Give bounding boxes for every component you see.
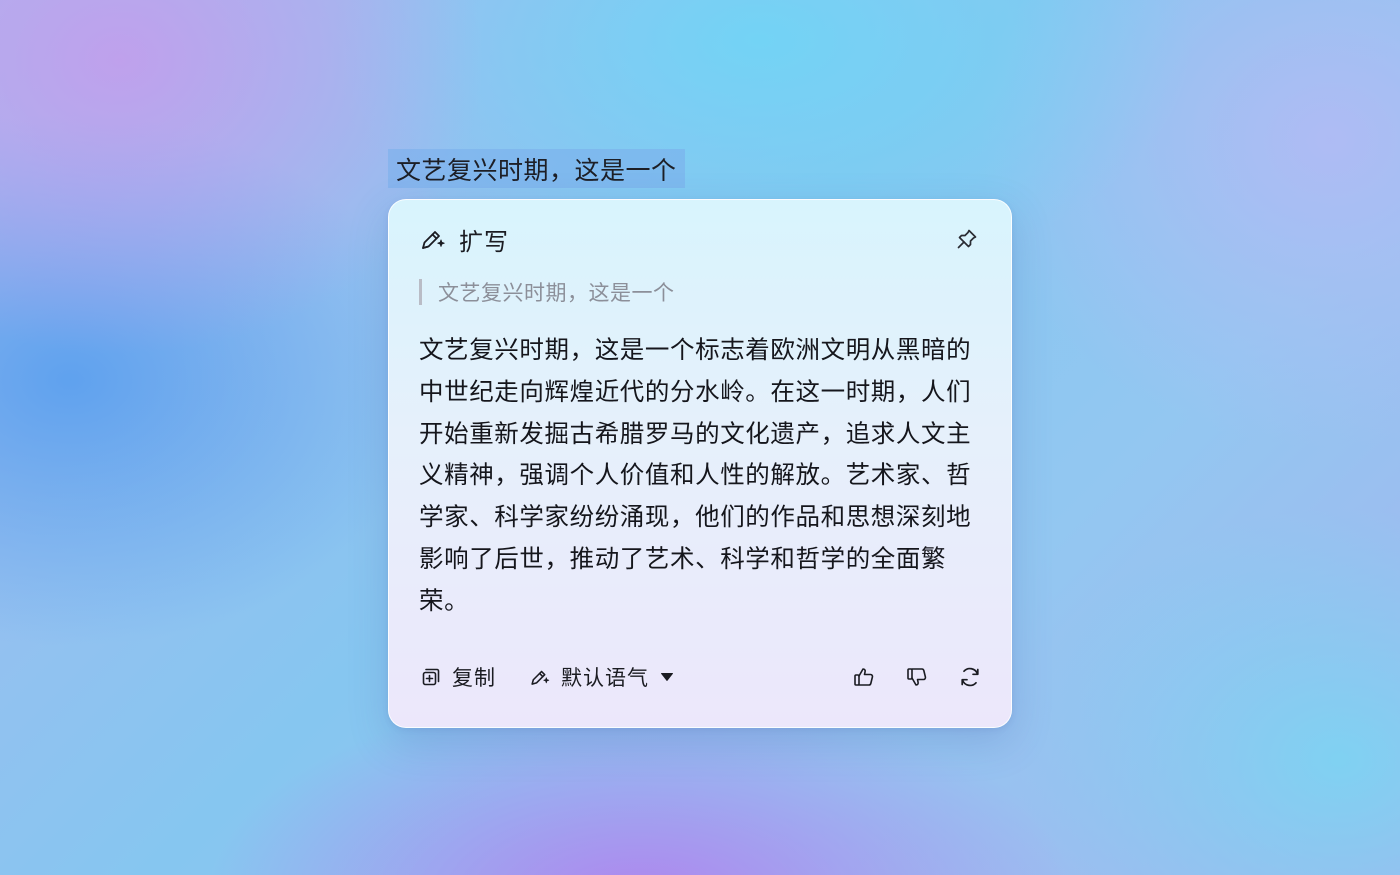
copy-label: 复制	[452, 666, 496, 690]
panel-title: 扩写	[459, 227, 509, 256]
ai-pen-sparkle-icon	[528, 665, 552, 689]
pin-icon[interactable]	[953, 225, 981, 253]
selected-text-highlight: 文艺复兴时期，这是一个	[388, 149, 685, 188]
copy-button[interactable]: 复制	[419, 662, 496, 692]
thumbs-down-icon[interactable]	[904, 664, 930, 690]
refresh-icon[interactable]	[957, 664, 983, 690]
tone-dropdown[interactable]: 默认语气	[528, 662, 675, 692]
source-quote: 文艺复兴时期，这是一个	[419, 279, 675, 305]
ai-pen-sparkle-icon	[419, 225, 447, 253]
generated-result-text: 文艺复兴时期，这是一个标志着欧洲文明从黑暗的中世纪走向辉煌近代的分水岭。在这一时…	[419, 335, 972, 615]
thumbs-up-icon[interactable]	[851, 664, 877, 690]
panel-toolbar: 复制 默认语气	[419, 662, 983, 692]
caret-down-icon	[659, 669, 675, 685]
copy-icon	[419, 665, 443, 689]
tone-label: 默认语气	[561, 666, 649, 690]
feedback-tools	[851, 664, 983, 690]
expand-writing-panel: 扩写 文艺复兴时期，这是一个 文艺复兴时期，这是一个标志着欧洲文明从黑暗的中世纪…	[388, 199, 1012, 728]
panel-header: 扩写	[419, 222, 981, 256]
